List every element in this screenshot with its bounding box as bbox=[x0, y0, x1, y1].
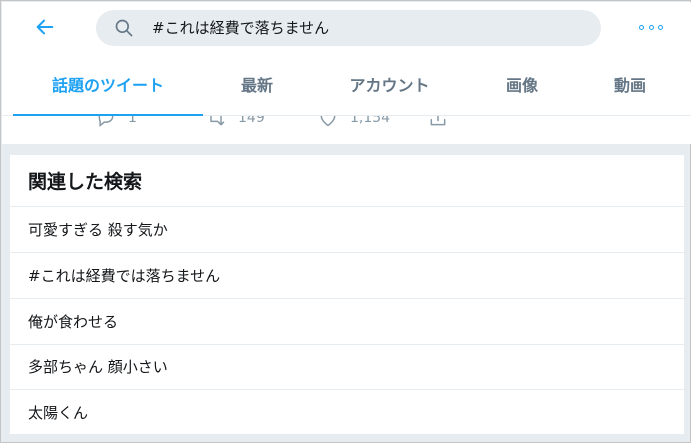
search-icon bbox=[115, 19, 133, 37]
related-search-item[interactable]: #これは経費では落ちません bbox=[10, 253, 684, 299]
more-dot-icon bbox=[648, 24, 654, 30]
browser-frame: #これは経費で落ちません 話題のツイート 最新 アカウント 画像 動画 1 14… bbox=[0, 0, 691, 443]
more-button[interactable] bbox=[639, 18, 663, 36]
tab-videos[interactable]: 動画 bbox=[580, 52, 680, 115]
like-count: 1,154 bbox=[350, 116, 391, 126]
tab-latest[interactable]: 最新 bbox=[207, 52, 307, 115]
related-search-item[interactable]: 多部ちゃん 顔小さい bbox=[10, 344, 684, 390]
retweet-button[interactable]: 149 bbox=[206, 116, 265, 128]
retweet-icon bbox=[210, 116, 225, 126]
more-dot-icon bbox=[639, 24, 644, 30]
search-box[interactable]: #これは経費で落ちません bbox=[96, 10, 601, 46]
reply-count: 1 bbox=[128, 116, 137, 126]
retweet-count: 149 bbox=[238, 116, 265, 126]
share-button[interactable] bbox=[428, 116, 448, 128]
heart-icon bbox=[320, 116, 336, 127]
reply-icon bbox=[98, 116, 114, 128]
related-searches: 関連した検索 可愛すぎる 殺す気か #これは経費では落ちません 俺が食わせる 多… bbox=[10, 155, 684, 434]
back-arrow-icon bbox=[36, 19, 54, 35]
reply-button[interactable]: 1 bbox=[96, 116, 137, 128]
related-search-item[interactable]: 俺が食わせる bbox=[10, 299, 684, 345]
more-dot-icon bbox=[658, 24, 663, 30]
tab-top-tweets[interactable]: 話題のツイート bbox=[13, 52, 203, 116]
related-search-item[interactable]: 可愛すぎる 殺す気か bbox=[10, 207, 684, 253]
search-query-text[interactable]: #これは経費で落ちません bbox=[152, 18, 329, 38]
search-tabs: 話題のツイート 最新 アカウント 画像 動画 bbox=[2, 52, 691, 116]
top-bar: #これは経費で落ちません bbox=[2, 2, 691, 52]
back-button[interactable] bbox=[32, 14, 58, 40]
related-search-item[interactable]: 太陽くん bbox=[10, 389, 684, 435]
tab-accounts[interactable]: アカウント bbox=[322, 52, 457, 115]
related-searches-header: 関連した検索 bbox=[10, 155, 684, 207]
related-searches-title: 関連した検索 bbox=[28, 171, 143, 193]
share-icon bbox=[430, 116, 446, 126]
tweet-action-bar: 1 149 1,154 bbox=[2, 116, 691, 144]
like-button[interactable]: 1,154 bbox=[318, 116, 390, 128]
tab-images[interactable]: 画像 bbox=[472, 52, 572, 115]
